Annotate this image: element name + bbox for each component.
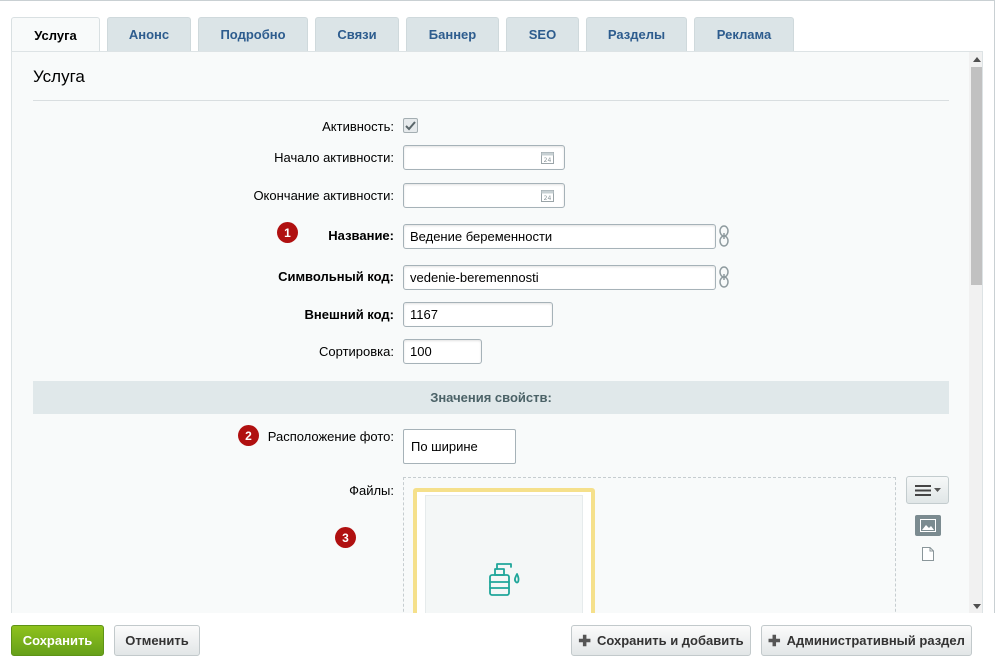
calendar-icon[interactable]: 24 — [541, 189, 554, 202]
files-label: Файлы: — [349, 483, 394, 498]
hamburger-menu-icon — [914, 484, 931, 496]
tab-seo[interactable]: SEO — [506, 17, 579, 51]
active-checkbox[interactable] — [403, 118, 418, 133]
window-top-border — [0, 0, 995, 1]
cancel-button[interactable]: Отменить — [114, 625, 200, 656]
annotation-badge-2: 2 — [238, 425, 259, 446]
name-input[interactable]: Ведение беременности — [403, 224, 716, 249]
code-input[interactable]: vedenie-beremennosti — [403, 265, 716, 290]
vertical-scrollbar[interactable] — [969, 52, 982, 613]
photo-position-label: Расположение фото: — [267, 429, 394, 444]
panel-title: Услуга — [33, 67, 85, 86]
save-button[interactable]: Сохранить — [11, 625, 104, 656]
name-label: Название: — [328, 228, 394, 243]
code-label: Символьный код: — [278, 269, 394, 284]
active-from-label: Начало активности: — [274, 150, 394, 165]
annotation-badge-1: 1 — [277, 222, 298, 243]
active-from-input[interactable]: 24 — [403, 145, 565, 170]
tab-links[interactable]: Связи — [315, 17, 399, 51]
arrow-down-icon — [972, 604, 981, 609]
chevron-down-icon — [933, 488, 941, 492]
footer-toolbar: Сохранить Отменить ✚ Сохранить и добавит… — [0, 613, 995, 669]
tab-announce[interactable]: Анонс — [107, 17, 191, 51]
chain-link-icon[interactable] — [717, 266, 731, 288]
file-preview — [425, 495, 583, 613]
tab-panel: Услуга Активность: Начало активности: 24… — [11, 51, 983, 613]
active-label: Активность: — [322, 119, 394, 134]
tab-ads[interactable]: Реклама — [694, 17, 794, 51]
plus-icon: ✚ — [578, 632, 591, 650]
sort-input[interactable]: 100 — [403, 339, 482, 364]
file-dropzone[interactable] — [403, 477, 896, 613]
image-icon — [920, 519, 936, 532]
admin-section-button[interactable]: ✚ Административный раздел — [761, 625, 972, 656]
calendar-icon[interactable]: 24 — [541, 151, 554, 164]
plus-icon: ✚ — [768, 632, 781, 650]
active-to-input[interactable]: 24 — [403, 183, 565, 208]
scrollbar-thumb[interactable] — [971, 67, 982, 285]
xml-id-input[interactable]: 1167 — [403, 302, 553, 327]
chain-link-icon[interactable] — [717, 225, 731, 247]
spray-bottle-icon — [489, 563, 520, 596]
admin-section-label: Административный раздел — [786, 633, 965, 648]
properties-section-header: Значения свойств: — [33, 381, 949, 414]
document-icon[interactable] — [922, 547, 934, 561]
annotation-badge-3: 3 — [335, 527, 356, 548]
sort-label: Сортировка: — [319, 344, 394, 359]
save-and-add-button[interactable]: ✚ Сохранить и добавить — [571, 625, 751, 656]
file-menu-button[interactable] — [906, 476, 949, 504]
svg-text:24: 24 — [544, 195, 552, 202]
tab-sections[interactable]: Разделы — [586, 17, 687, 51]
file-card[interactable] — [413, 488, 595, 613]
active-to-label: Окончание активности: — [253, 188, 394, 203]
photo-position-select[interactable]: По ширине — [403, 429, 516, 464]
image-view-button[interactable] — [915, 515, 941, 536]
check-icon — [405, 120, 416, 130]
divider — [33, 100, 949, 101]
tab-service[interactable]: Услуга — [11, 17, 100, 52]
scroll-up-arrow[interactable] — [969, 52, 982, 67]
xml-id-label: Внешний код: — [304, 307, 394, 322]
scroll-down-arrow[interactable] — [969, 599, 982, 613]
tab-details[interactable]: Подробно — [198, 17, 308, 51]
tab-banner[interactable]: Баннер — [406, 17, 499, 51]
arrow-up-icon — [972, 57, 981, 62]
svg-text:24: 24 — [544, 157, 552, 164]
save-and-add-label: Сохранить и добавить — [596, 633, 744, 648]
